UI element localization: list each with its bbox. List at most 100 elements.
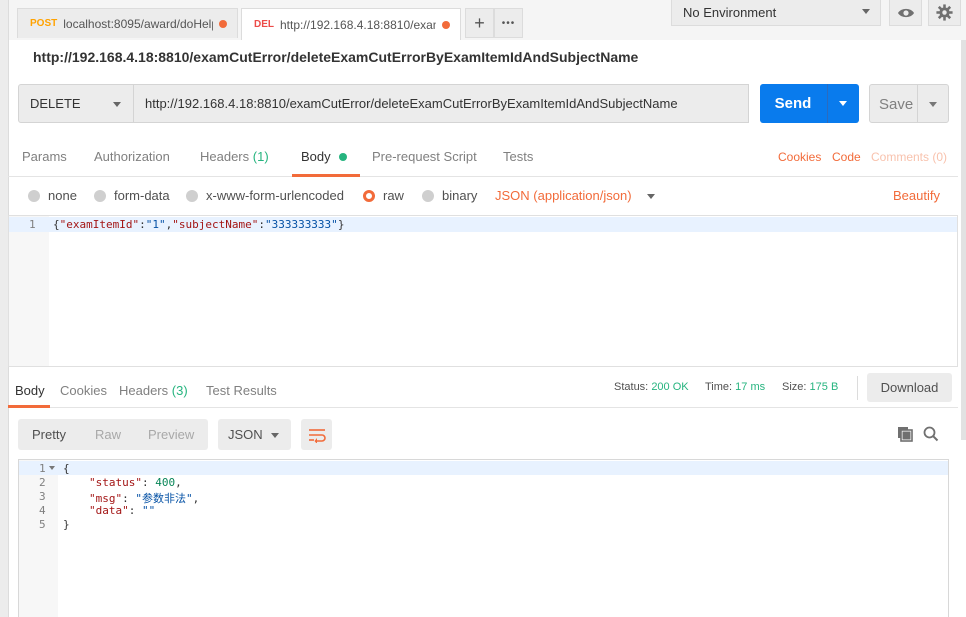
response-headers-count: (3) xyxy=(171,383,188,398)
view-raw-button[interactable]: Raw xyxy=(95,427,121,442)
download-button[interactable]: Download xyxy=(867,373,952,402)
status-info: Status: 200 OK xyxy=(614,381,689,393)
request-tabs: Params Authorization Headers (1) Body Pr… xyxy=(8,135,958,177)
send-options-chevron-icon[interactable] xyxy=(839,101,847,106)
tab-tests[interactable]: Tests xyxy=(503,149,533,164)
code-line: } xyxy=(63,518,70,531)
comments-link[interactable]: Comments (0) xyxy=(871,150,947,164)
radio-form-data[interactable]: form-data xyxy=(94,188,170,203)
radio-binary[interactable]: binary xyxy=(422,188,477,203)
radio-raw[interactable]: raw xyxy=(363,188,404,203)
content-type-label: JSON (application/json) xyxy=(495,188,632,203)
search-icon[interactable] xyxy=(923,426,939,442)
radio-urlencoded[interactable]: x-www-form-urlencoded xyxy=(186,188,344,203)
code-line: { xyxy=(63,462,70,475)
size-value: 175 B xyxy=(809,381,839,393)
environment-select[interactable]: No Environment xyxy=(671,0,881,26)
save-options-chevron-icon[interactable] xyxy=(929,102,937,107)
environment-label: No Environment xyxy=(683,5,777,20)
view-pretty-button[interactable]: Pretty xyxy=(32,427,66,442)
request-body-editor[interactable]: 1 {"examItemId":"1","subjectName":"33333… xyxy=(8,215,958,367)
code-line[interactable]: {"examItemId":"1","subjectName":"3333333… xyxy=(53,218,344,231)
body-indicator-icon xyxy=(339,153,348,161)
beautify-link[interactable]: Beautify xyxy=(893,188,940,203)
response-tab-body[interactable]: Body xyxy=(15,383,45,398)
response-tab-headers[interactable]: Headers (3) xyxy=(119,383,188,398)
view-preview-button[interactable]: Preview xyxy=(148,427,194,442)
response-headers-label: Headers xyxy=(119,383,169,398)
code-line: "data": "" xyxy=(89,504,156,517)
cookies-link[interactable]: Cookies xyxy=(778,150,821,164)
tab-method: POST xyxy=(30,18,58,29)
time-info: Time: 17 ms xyxy=(705,381,765,393)
status-label: Status: xyxy=(614,381,649,393)
line-number: 4 xyxy=(39,504,46,517)
window-scrollbar[interactable] xyxy=(961,40,966,440)
code-line: "status": 400, xyxy=(89,476,182,489)
chevron-down-icon xyxy=(862,9,870,14)
new-tab-button[interactable]: + xyxy=(465,8,494,38)
time-label: Time: xyxy=(705,381,733,393)
line-number: 1 xyxy=(29,218,36,231)
line-number: 1 xyxy=(39,462,46,475)
meta-divider xyxy=(857,376,858,400)
line-number: 5 xyxy=(39,518,46,531)
request-tab-post[interactable]: POST localhost:8095/award/doHelp?c xyxy=(17,8,238,38)
url-input[interactable]: http://192.168.4.18:8810/examCutError/de… xyxy=(134,84,749,123)
radio-circle-icon xyxy=(186,189,198,202)
line-number: 2 xyxy=(39,476,46,489)
tab-params[interactable]: Params xyxy=(22,149,67,164)
gear-icon xyxy=(936,4,953,21)
request-tab-delete[interactable]: DEL http://192.168.4.18:8810/examC xyxy=(241,8,461,40)
radio-circle-icon xyxy=(28,189,40,202)
active-response-tab-indicator xyxy=(8,405,50,408)
tab-authorization[interactable]: Authorization xyxy=(94,149,170,164)
plus-icon: + xyxy=(474,12,485,33)
send-button[interactable]: Send xyxy=(760,84,859,123)
radio-label: x-www-form-urlencoded xyxy=(206,188,344,203)
chevron-down-icon xyxy=(647,194,656,200)
tab-body[interactable]: Body xyxy=(301,149,348,164)
code-link[interactable]: Code xyxy=(832,150,861,164)
tab-options-button[interactable]: ••• xyxy=(494,8,523,38)
radio-label: raw xyxy=(383,188,404,203)
wrap-lines-button[interactable] xyxy=(301,419,332,450)
radio-label: binary xyxy=(442,188,478,203)
content-type-select[interactable]: JSON (application/json) xyxy=(495,188,656,203)
radio-circle-icon xyxy=(422,189,434,202)
environment-quick-look-button[interactable] xyxy=(889,0,922,26)
tab-url: localhost:8095/award/doHelp?c xyxy=(63,16,213,31)
unsaved-dot-icon xyxy=(219,19,227,28)
radio-circle-icon xyxy=(94,189,106,202)
radio-selected-icon xyxy=(363,189,375,202)
radio-none[interactable]: none xyxy=(28,188,77,203)
response-tab-test-results[interactable]: Test Results xyxy=(206,383,277,398)
size-info: Size: 175 B xyxy=(782,381,838,393)
tab-pre-request-script[interactable]: Pre-request Script xyxy=(372,149,477,164)
more-icon: ••• xyxy=(501,17,516,29)
save-button[interactable]: Save xyxy=(869,84,949,123)
time-value: 17 ms xyxy=(735,381,766,393)
response-format-select[interactable]: JSON xyxy=(218,419,291,450)
format-label: JSON xyxy=(228,427,263,442)
line-gutter xyxy=(9,216,49,366)
unsaved-dot-icon xyxy=(442,20,450,29)
response-body-viewer[interactable]: 1 2 3 4 5 { "status": 400, "msg": "参数非法"… xyxy=(18,459,949,617)
manage-environments-button[interactable] xyxy=(928,0,961,26)
body-type-options: none form-data x-www-form-urlencoded raw… xyxy=(8,177,958,215)
headers-count: (1) xyxy=(252,149,269,164)
status-value: 200 OK xyxy=(651,381,689,393)
eye-icon xyxy=(897,8,914,17)
tab-method: DEL xyxy=(254,19,274,30)
fold-arrow-icon[interactable] xyxy=(49,466,55,470)
tab-bar: POST localhost:8095/award/doHelp?c DEL h… xyxy=(0,0,966,617)
response-tab-cookies[interactable]: Cookies xyxy=(60,383,107,398)
method-select[interactable]: DELETE xyxy=(18,84,134,123)
response-view-mode: Pretty Raw Preview xyxy=(18,419,208,450)
tab-url: http://192.168.4.18:8810/examC xyxy=(280,17,436,32)
tab-headers[interactable]: Headers (1) xyxy=(200,149,269,164)
method-value: DELETE xyxy=(30,96,81,111)
line-number: 3 xyxy=(39,490,46,503)
chevron-down-icon xyxy=(271,433,279,438)
copy-icon[interactable] xyxy=(897,426,913,442)
